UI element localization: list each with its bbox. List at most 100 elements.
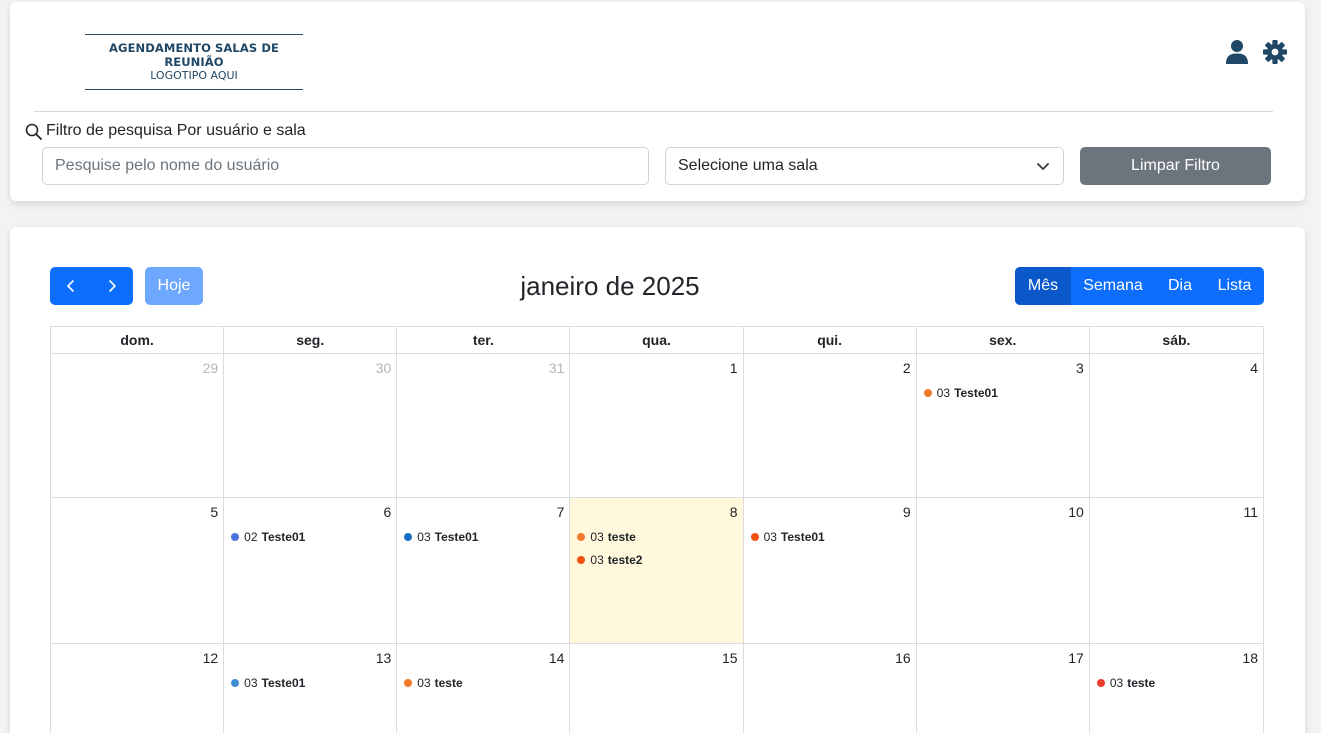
day-number[interactable]: 30 xyxy=(229,360,392,376)
header-card: AGENDAMENTO SALAS DE REUNIÃO LOGOTIPO AQ… xyxy=(10,2,1305,201)
day-cell[interactable]: 17 xyxy=(917,644,1090,733)
day-cell-today[interactable]: 8 03 teste 03 teste2 xyxy=(570,498,744,643)
week-row: 5 6 02 Teste01 7 03 Teste01 8 03 teste 03 teste2 9 03… xyxy=(50,497,1264,643)
calendar-event[interactable]: 02 Teste01 xyxy=(229,529,391,544)
day-cell[interactable]: 16 xyxy=(744,644,917,733)
calendar-event[interactable]: 03 Teste01 xyxy=(402,529,564,544)
chevron-down-icon xyxy=(1037,163,1049,170)
logo-title: AGENDAMENTO SALAS DE REUNIÃO xyxy=(109,41,279,69)
filter-label: Filtro de pesquisa Por usuário e sala xyxy=(25,120,306,142)
calendar-event[interactable]: 03 Teste01 xyxy=(749,529,911,544)
day-cell[interactable]: 7 03 Teste01 xyxy=(397,498,571,643)
weekday-label: ter. xyxy=(397,327,571,353)
event-title: teste xyxy=(607,529,636,544)
day-number[interactable]: 29 xyxy=(56,360,219,376)
event-dot-icon xyxy=(750,532,759,541)
logo: AGENDAMENTO SALAS DE REUNIÃO LOGOTIPO AQ… xyxy=(85,34,303,90)
view-month-button[interactable]: Mês xyxy=(1015,267,1071,305)
day-cell[interactable]: 31 xyxy=(397,354,571,497)
calendar-event[interactable]: 03 Teste01 xyxy=(922,385,1084,400)
weekday-label: sáb. xyxy=(1162,332,1191,348)
day-cell[interactable]: 30 xyxy=(224,354,398,497)
view-switcher: Mês Semana Dia Lista xyxy=(1015,267,1264,305)
view-list-button[interactable]: Lista xyxy=(1205,267,1264,305)
event-title: teste xyxy=(1127,675,1156,690)
event-title: Teste01 xyxy=(261,675,306,690)
event-time: 03 xyxy=(244,675,258,690)
event-time: 03 xyxy=(590,529,604,544)
day-cell[interactable]: 11 xyxy=(1090,498,1263,643)
day-number[interactable]: 31 xyxy=(402,360,565,376)
day-number[interactable]: 9 xyxy=(749,504,911,520)
event-time: 03 xyxy=(590,552,604,567)
calendar-card: Hoje janeiro de 2025 Mês Semana Dia List… xyxy=(10,227,1305,733)
weekday-label: sex. xyxy=(917,327,1090,353)
event-title: Teste01 xyxy=(261,529,306,544)
weekday-label: seg. xyxy=(224,327,398,353)
day-number[interactable]: 12 xyxy=(56,650,219,666)
event-title: Teste01 xyxy=(434,529,479,544)
user-search-input[interactable] xyxy=(42,147,649,185)
day-cell[interactable]: 13 03 Teste01 xyxy=(224,644,398,733)
week-row: 29 30 31 1 2 3 03 Teste01 4 xyxy=(50,353,1264,497)
day-number[interactable]: 15 xyxy=(575,650,738,666)
day-number[interactable]: 5 xyxy=(56,504,218,520)
gear-icon[interactable] xyxy=(1262,39,1288,65)
room-select[interactable]: Selecione uma sala xyxy=(665,147,1064,185)
day-number[interactable]: 2 xyxy=(749,360,911,376)
day-number[interactable]: 4 xyxy=(1095,360,1258,376)
day-number[interactable]: 18 xyxy=(1095,650,1258,666)
event-dot-icon xyxy=(404,532,413,541)
event-time: 03 xyxy=(763,529,777,544)
day-cell[interactable]: 9 03 Teste01 xyxy=(744,498,917,643)
day-number[interactable]: 1 xyxy=(575,360,738,376)
day-cell[interactable]: 5 xyxy=(51,498,225,643)
day-number[interactable]: 11 xyxy=(1095,504,1258,520)
event-time: 03 xyxy=(936,385,951,400)
day-number[interactable]: 14 xyxy=(402,650,565,666)
event-dot-icon xyxy=(577,532,586,541)
day-cell[interactable]: 3 03 Teste01 xyxy=(917,354,1090,497)
event-title: Teste01 xyxy=(780,529,825,544)
view-day-button[interactable]: Dia xyxy=(1155,267,1205,305)
event-dot-icon xyxy=(1096,678,1105,687)
day-cell[interactable]: 1 xyxy=(570,354,744,497)
calendar-event[interactable]: 03 teste xyxy=(402,675,564,690)
day-number[interactable]: 6 xyxy=(229,504,391,520)
day-number[interactable]: 8 xyxy=(575,504,738,520)
clear-filter-button[interactable]: Limpar Filtro xyxy=(1080,147,1271,185)
user-icon[interactable] xyxy=(1225,39,1249,65)
day-number[interactable]: 17 xyxy=(922,650,1084,666)
day-cell[interactable]: 14 03 teste xyxy=(397,644,571,733)
day-cell[interactable]: 10 xyxy=(917,498,1090,643)
day-number[interactable]: 7 xyxy=(402,504,565,520)
week-row: 12 13 03 Teste01 14 03 teste 15 16 17 18 03 teste xyxy=(50,643,1264,733)
day-cell[interactable]: 12 xyxy=(51,644,225,733)
calendar-event[interactable]: 03 teste xyxy=(1095,675,1258,690)
event-dot-icon xyxy=(231,532,240,541)
search-icon xyxy=(25,123,42,140)
calendar-event[interactable]: 03 Teste01 xyxy=(229,675,391,690)
view-week-button[interactable]: Semana xyxy=(1071,267,1155,305)
day-cell[interactable]: 18 03 teste xyxy=(1090,644,1263,733)
event-dot-icon xyxy=(231,678,240,687)
day-number[interactable]: 16 xyxy=(749,650,911,666)
weekday-header: dom. seg. ter. qua. qui. sex. sáb. xyxy=(50,326,1264,353)
calendar-event[interactable]: 03 teste2 xyxy=(575,552,737,567)
event-time: 03 xyxy=(1109,675,1124,690)
day-cell[interactable]: 6 02 Teste01 xyxy=(224,498,398,643)
event-time: 03 xyxy=(417,675,431,690)
event-title: teste2 xyxy=(607,552,643,567)
event-dot-icon xyxy=(577,555,586,564)
day-cell[interactable]: 29 xyxy=(51,354,225,497)
calendar-event[interactable]: 03 teste xyxy=(575,529,737,544)
day-cell[interactable]: 2 xyxy=(744,354,917,497)
day-number[interactable]: 13 xyxy=(229,650,392,666)
day-cell[interactable]: 4 xyxy=(1090,354,1263,497)
day-cell[interactable]: 15 xyxy=(570,644,744,733)
day-number[interactable]: 10 xyxy=(922,504,1084,520)
day-number[interactable]: 3 xyxy=(922,360,1084,376)
weekday-label: qua. xyxy=(570,327,744,353)
event-title: Teste01 xyxy=(954,385,998,400)
weekday-label: qui. xyxy=(744,327,917,353)
